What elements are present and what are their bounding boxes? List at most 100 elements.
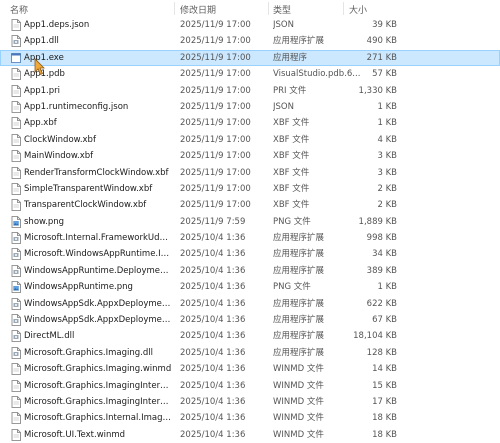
file-size: 1,889 KB xyxy=(358,216,397,227)
file-type: PNG 文件 xyxy=(273,282,311,293)
file-row[interactable]: App.xbf 2025/11/9 17:00 XBF 文件 1 KB xyxy=(0,115,500,131)
file-name: DirectML.dll xyxy=(24,331,75,342)
file-type: 应用程序扩展 xyxy=(273,233,325,244)
file-type: 应用程序 xyxy=(273,52,308,63)
file-size: 622 KB xyxy=(366,298,397,309)
file-type: JSON xyxy=(273,20,294,30)
file-date: 2025/11/9 17:00 xyxy=(180,134,251,145)
file-row[interactable]: App1.deps.json 2025/11/9 17:00 JSON 39 KB xyxy=(0,17,500,33)
file-size: 1 KB xyxy=(377,118,397,129)
file-name: RenderTransformClockWindow.xbf xyxy=(24,167,169,178)
file-row[interactable]: WindowsAppSdk.AppxDeploymentExtensio... 2… xyxy=(0,312,500,328)
file-row[interactable]: Microsoft.Graphics.ImagingInternal.Image… xyxy=(0,378,500,394)
file-type: 应用程序扩展 xyxy=(273,298,325,309)
file-row[interactable]: App1.pdb 2025/11/9 17:00 VisualStudio.pdb.… xyxy=(0,66,500,82)
file-name: ClockWindow.xbf xyxy=(24,134,96,145)
file-size: 2 KB xyxy=(377,183,397,194)
file-row[interactable]: WindowsAppSdk.AppxDeploymentExtensio... 2… xyxy=(0,296,500,312)
file-date: 2025/11/9 17:00 xyxy=(180,151,251,162)
file-name: Microsoft.Graphics.Internal.Imaging.winm… xyxy=(24,413,172,424)
column-divider[interactable] xyxy=(343,2,344,15)
file-name: TransparentClockWindow.xbf xyxy=(24,200,147,211)
file-date: 2025/10/4 1:36 xyxy=(180,347,246,358)
file-name: App1.runtimeconfig.json xyxy=(24,101,129,112)
file-date: 2025/10/4 1:36 xyxy=(180,315,246,326)
file-type: WINMD 文件 xyxy=(273,396,324,407)
file-row[interactable]: App1.runtimeconfig.json 2025/11/9 17:00 JS… xyxy=(0,99,500,115)
file-name: Microsoft.Graphics.Imaging.dll xyxy=(24,347,153,358)
file-date: 2025/10/4 1:36 xyxy=(180,396,246,407)
file-type: 应用程序扩展 xyxy=(273,265,325,276)
file-name: App1.dll xyxy=(24,36,59,47)
file-row-selected[interactable]: App1.exe 2025/11/9 17:00 应用程序 271 KB xyxy=(0,49,500,67)
column-header-type[interactable]: 类型 xyxy=(273,3,291,16)
exe-icon xyxy=(11,52,21,63)
file-date: 2025/11/9 17:00 xyxy=(180,85,251,96)
file-row[interactable]: WindowsAppRuntime.DeploymentExtensio... 2… xyxy=(0,263,500,279)
file-size: 998 KB xyxy=(366,233,397,244)
file-icon xyxy=(11,117,21,130)
file-row[interactable]: App1.pri 2025/11/9 17:00 PRI 文件 1,330 KB xyxy=(0,83,500,99)
file-date: 2025/10/4 1:36 xyxy=(180,380,246,391)
file-size: 1 KB xyxy=(377,282,397,293)
file-row[interactable]: Microsoft.Internal.FrameworkUdk.dll 2025/… xyxy=(0,230,500,246)
file-date: 2025/10/4 1:36 xyxy=(180,298,246,309)
file-type: 应用程序扩展 xyxy=(273,315,325,326)
file-name: show.png xyxy=(24,216,65,227)
file-row[interactable]: MainWindow.xbf 2025/11/9 17:00 XBF 文件 3 KB xyxy=(0,148,500,164)
file-row[interactable]: RenderTransformClockWindow.xbf 2025/11/9 … xyxy=(0,165,500,181)
file-date: 2025/11/9 17:00 xyxy=(180,200,251,211)
file-icon xyxy=(11,396,21,408)
file-name: WindowsAppSdk.AppxDeploymentExtensio... xyxy=(24,298,172,309)
file-date: 2025/11/9 17:00 xyxy=(180,183,251,194)
file-name: App1.pri xyxy=(24,85,60,96)
file-row[interactable]: Microsoft.Graphics.Imaging.dll 2025/10/4 … xyxy=(0,345,500,361)
file-icon xyxy=(11,363,21,376)
file-name: Microsoft.Graphics.Imaging.winmd xyxy=(24,364,172,375)
image-icon xyxy=(11,281,21,294)
file-date: 2025/11/9 17:00 xyxy=(180,101,251,112)
file-type: XBF 文件 xyxy=(273,200,310,211)
file-size: 389 KB xyxy=(366,265,397,276)
file-size: 2 KB xyxy=(377,200,397,211)
file-icon xyxy=(11,19,21,31)
file-name: App.xbf xyxy=(24,118,57,129)
column-header-name[interactable]: 名称 xyxy=(10,3,28,16)
file-size: 1 KB xyxy=(377,101,397,112)
file-date: 2025/10/4 1:36 xyxy=(180,233,246,244)
column-header-size[interactable]: 大小 xyxy=(349,3,367,16)
column-divider[interactable] xyxy=(174,2,175,15)
file-size: 3 KB xyxy=(377,151,397,162)
file-row[interactable]: WindowsAppRuntime.png 2025/10/4 1:36 PNG 文… xyxy=(0,279,500,295)
file-row[interactable]: Microsoft.WindowsAppRuntime.Insights.Re.… xyxy=(0,246,500,262)
file-type: XBF 文件 xyxy=(273,151,310,162)
file-row[interactable]: DirectML.dll 2025/10/4 1:36 应用程序扩展 18,104 K… xyxy=(0,328,500,344)
mouse-cursor-icon xyxy=(34,58,45,76)
dll-icon xyxy=(11,314,21,326)
column-header-bar: 名称 修改日期 类型 大小 xyxy=(0,0,500,17)
column-header-date[interactable]: 修改日期 xyxy=(180,3,216,16)
file-row[interactable]: ClockWindow.xbf 2025/11/9 17:00 XBF 文件 4 KB xyxy=(0,132,500,148)
column-divider[interactable] xyxy=(268,2,269,15)
file-row[interactable]: show.png 2025/11/9 7:59 PNG 文件 1,889 KB xyxy=(0,214,500,230)
file-date: 2025/10/4 1:36 xyxy=(180,331,246,342)
dll-icon xyxy=(11,346,21,359)
file-name: Microsoft.Graphics.ImagingInternal.winmd xyxy=(24,396,172,407)
file-size: 39 KB xyxy=(372,20,397,30)
file-type: 应用程序扩展 xyxy=(273,36,325,47)
file-date: 2025/11/9 17:00 xyxy=(180,118,251,129)
file-row[interactable]: App1.dll 2025/11/9 17:00 应用程序扩展 490 KB xyxy=(0,33,500,49)
file-row[interactable]: Microsoft.Graphics.ImagingInternal.winmd… xyxy=(0,394,500,410)
file-date: 2025/10/4 1:36 xyxy=(180,265,246,276)
file-row[interactable]: SimpleTransparentWindow.xbf 2025/11/9 17:… xyxy=(0,181,500,197)
file-row[interactable]: TransparentClockWindow.xbf 2025/11/9 17:0… xyxy=(0,197,500,213)
file-row[interactable]: Microsoft.Graphics.Internal.Imaging.winm… xyxy=(0,410,500,426)
file-type: WINMD 文件 xyxy=(273,413,324,424)
dll-icon xyxy=(11,264,21,277)
file-size: 15 KB xyxy=(372,380,397,391)
file-type: XBF 文件 xyxy=(273,167,310,178)
file-date: 2025/10/4 1:36 xyxy=(180,413,246,424)
file-size: 17 KB xyxy=(372,396,397,407)
file-row[interactable]: Microsoft.Graphics.Imaging.winmd 2025/10/… xyxy=(0,361,500,377)
file-date: 2025/11/9 17:00 xyxy=(180,20,251,30)
